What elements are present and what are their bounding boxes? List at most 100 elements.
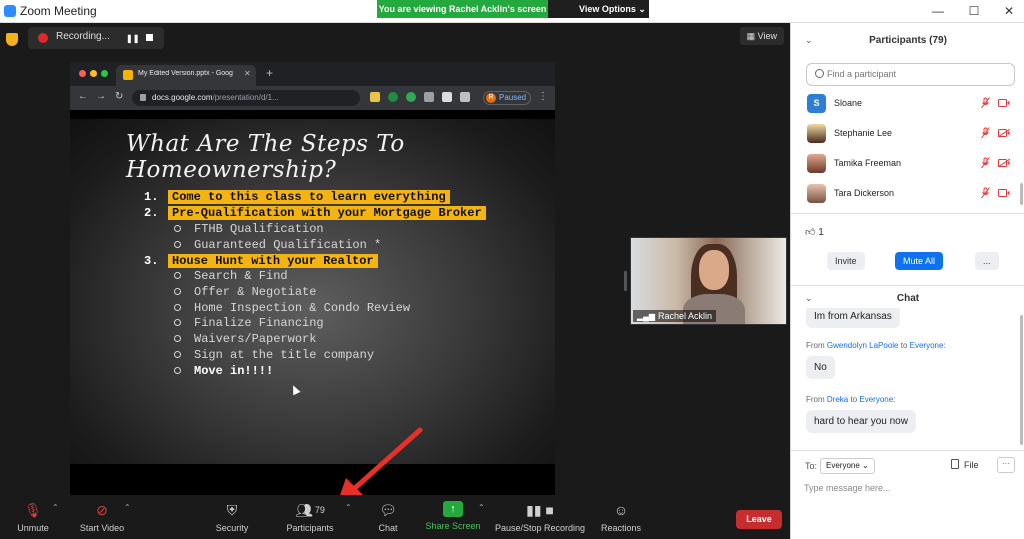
video-face [699,250,729,290]
start-video-label: Start Video [79,523,125,533]
chat-scrollbar[interactable] [1020,315,1023,445]
video-off-icon: ⊘ [96,502,108,518]
zoom-dot-icon [101,70,108,77]
participant-row[interactable]: Stephanie Lee [791,119,1024,149]
participant-video[interactable]: ▂▄▆ Rachel Acklin [630,237,787,325]
chat-message-input[interactable] [804,480,1014,496]
participant-search[interactable]: Find a participant [806,63,1015,86]
close-window-button[interactable]: ✕ [999,2,1019,20]
chat-label: Chat [378,523,398,533]
presentation-slide: What Are The Steps To Homeownership? 1. … [70,119,555,464]
view-options-button[interactable]: View Options ⌄ [548,0,649,18]
view-button[interactable]: ▦ View [739,27,784,45]
chat-sender-line: From Gwendolyn LaPoole to Everyone: [806,341,946,350]
sub-item: Home Inspection & Condo Review [194,301,411,315]
step-number: 2. [144,206,159,220]
file-button[interactable]: File [951,459,979,470]
reactions-button[interactable]: ☺ Reactions [599,501,643,533]
browser-toolbar: ← → ↻ docs.google.com/presentation/d/1..… [70,86,555,110]
video-camera-icon [998,189,1010,197]
pause-stop-recording-button[interactable]: ▮▮ ■ Pause/Stop Recording [494,501,586,533]
pause-recording-icon[interactable]: ❚❚ [126,34,139,43]
step-text: Come to this class to learn everything [168,190,450,204]
address-bar: docs.google.com/presentation/d/1... [132,90,360,106]
participants-label: Participants [286,523,334,533]
share-options-caret-icon[interactable]: ⌃ [478,503,485,512]
start-video-button[interactable]: ⊘ Start Video [76,501,128,533]
step-text: House Hunt with your Realtor [168,254,378,268]
chat-recipient: Everyone: [909,341,946,350]
url-host: docs.google.com [152,93,213,102]
thumbs-count: 1 [818,227,824,238]
window-title: Zoom Meeting [20,4,97,18]
tab-title: My Edited Version.pptx - Goog [138,70,233,77]
mouse-cursor-icon [289,383,301,396]
chat-to-word: to [900,341,908,350]
video-participant-name: Rachel Acklin [657,311,713,321]
zoom-app: Zoom Meeting You are viewing Rachel Ackl… [0,0,1024,539]
bullet-icon [174,241,181,248]
muted-mic-icon [981,157,990,169]
bullet-icon [174,351,181,358]
chat-bubble-icon: 💬︎ [379,502,397,518]
mute-all-button[interactable]: Mute All [895,252,944,270]
maximize-button[interactable]: ☐ [964,2,984,20]
muted-mic-icon [981,187,990,199]
step-item: Pre-Qualification with your Mortgage Bro… [168,206,486,220]
chat-message: hard to hear you now [806,410,916,433]
extension-icon [424,92,434,102]
chat-sender: Gwendolyn LaPoole [826,341,899,350]
record-label: Pause/Stop Recording [494,523,586,533]
more-options-button[interactable]: ... [975,252,999,270]
invite-button[interactable]: Invite [827,252,865,270]
participant-row[interactable]: S Sloane [791,89,1024,119]
thumbs-up-reaction: 👍︎ 1 [805,226,824,238]
stop-recording-icon[interactable] [146,34,153,41]
chat-title: Chat [896,293,920,304]
search-placeholder: Find a participant [827,69,897,79]
leave-button[interactable]: Leave [736,510,782,529]
extension-icon [370,92,380,102]
participant-name: Sloane [834,98,863,108]
recipient-select[interactable]: Everyone ⌄ [820,458,875,474]
bullet-icon [174,272,181,279]
extension-icon [388,92,398,102]
recording-indicator: Recording... ❚❚ [28,27,164,49]
video-options-caret-icon[interactable]: ⌃ [124,503,131,512]
participant-name: Tamika Freeman [834,158,902,168]
chat-more-button[interactable]: ··· [997,457,1015,473]
minimize-button[interactable]: — [928,2,948,20]
audio-options-caret-icon[interactable]: ⌃ [52,503,59,512]
reload-icon: ↻ [115,91,124,102]
participants-button[interactable]: 👥︎ 79 Participants [283,501,337,533]
participants-caret-icon[interactable]: ⌃ [345,503,352,512]
participants-title: Participants (79) [869,35,947,46]
avatar [807,184,826,203]
security-button[interactable]: ⛨ Security [212,501,252,533]
participant-row[interactable]: Tamika Freeman [791,149,1024,179]
close-dot-icon [79,70,86,77]
video-off-icon [998,159,1010,167]
drag-handle[interactable] [624,271,627,291]
bullet-icon [174,335,181,342]
shield-icon[interactable] [6,33,18,46]
avatar [807,124,826,143]
muted-mic-icon [981,127,990,139]
unmute-button[interactable]: 🎙︎ Unmute [12,501,54,533]
extension-icon [442,92,452,102]
security-shield-icon: ⛨ [226,502,238,518]
chat-recipient: Everyone: [859,395,896,404]
share-screen-button[interactable]: ↑ Share Screen [425,501,481,531]
step-number: 3. [144,254,159,268]
bullet-icon [174,225,181,232]
chat-button[interactable]: 💬︎ Chat [374,501,402,533]
participant-row[interactable]: Tara Dickerson [791,179,1024,209]
chat-to-word: to [850,395,858,404]
recording-label: Recording... [56,31,110,42]
participants-scrollbar[interactable] [1020,183,1023,205]
participant-name: Tara Dickerson [834,188,895,198]
record-dot-icon [38,33,48,43]
muted-mic-icon: 🎙︎ [24,502,42,518]
slides-favicon-icon [123,70,133,80]
extension-icon [406,92,416,102]
